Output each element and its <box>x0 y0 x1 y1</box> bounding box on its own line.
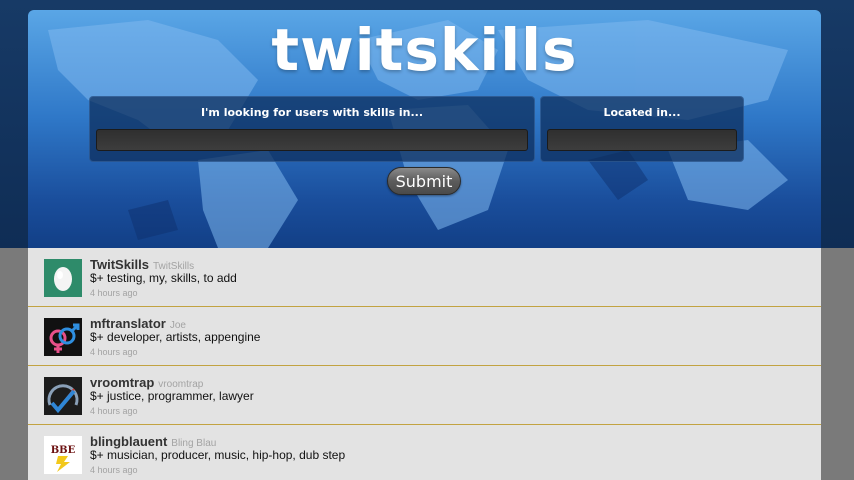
submit-button[interactable]: Submit <box>387 167 461 195</box>
skills-text: $+ musician, producer, music, hip-hop, d… <box>90 448 346 462</box>
skills-text: $+ testing, my, skills, to add <box>90 271 237 285</box>
location-label: Located in... <box>603 106 681 119</box>
skills-text: $+ justice, programmer, lawyer <box>90 389 254 403</box>
user-name[interactable]: blingblauent Bling Blau <box>90 434 216 449</box>
list-item[interactable]: vroomtrap vroomtrap $+ justice, programme… <box>28 366 821 425</box>
skills-label: I'm looking for users with skills in... <box>200 106 424 119</box>
timestamp: 4 hours ago <box>90 465 138 475</box>
search-hero: twitskills I'm looking for users with sk… <box>28 10 821 248</box>
list-item[interactable]: mftranslator Joe $+ developer, artists, a… <box>28 307 821 366</box>
timestamp: 4 hours ago <box>90 406 138 416</box>
egg-avatar-icon[interactable] <box>44 259 82 297</box>
timestamp: 4 hours ago <box>90 347 138 357</box>
skills-search-panel: I'm looking for users with skills in... <box>89 96 535 162</box>
skills-text: $+ developer, artists, appengine <box>90 330 261 344</box>
user-feed: TwitSkills TwitSkills $+ testing, my, ski… <box>28 248 821 480</box>
app-logo: twitskills <box>271 16 578 84</box>
speedometer-avatar-icon[interactable] <box>44 377 82 415</box>
bbe-logo-avatar-icon[interactable]: BBE <box>44 436 82 474</box>
list-item[interactable]: BBE blingblauent Bling Blau $+ musician, … <box>28 425 821 480</box>
location-input[interactable] <box>547 129 737 151</box>
skills-input[interactable] <box>96 129 528 151</box>
gender-symbols-avatar-icon[interactable] <box>44 318 82 356</box>
timestamp: 4 hours ago <box>90 288 138 298</box>
list-item[interactable]: TwitSkills TwitSkills $+ testing, my, ski… <box>28 248 821 307</box>
user-name[interactable]: vroomtrap vroomtrap <box>90 375 203 390</box>
user-name[interactable]: mftranslator Joe <box>90 316 186 331</box>
user-name[interactable]: TwitSkills TwitSkills <box>90 257 194 272</box>
bbe-logo-text: BBE <box>51 445 76 456</box>
location-search-panel: Located in... <box>540 96 744 162</box>
